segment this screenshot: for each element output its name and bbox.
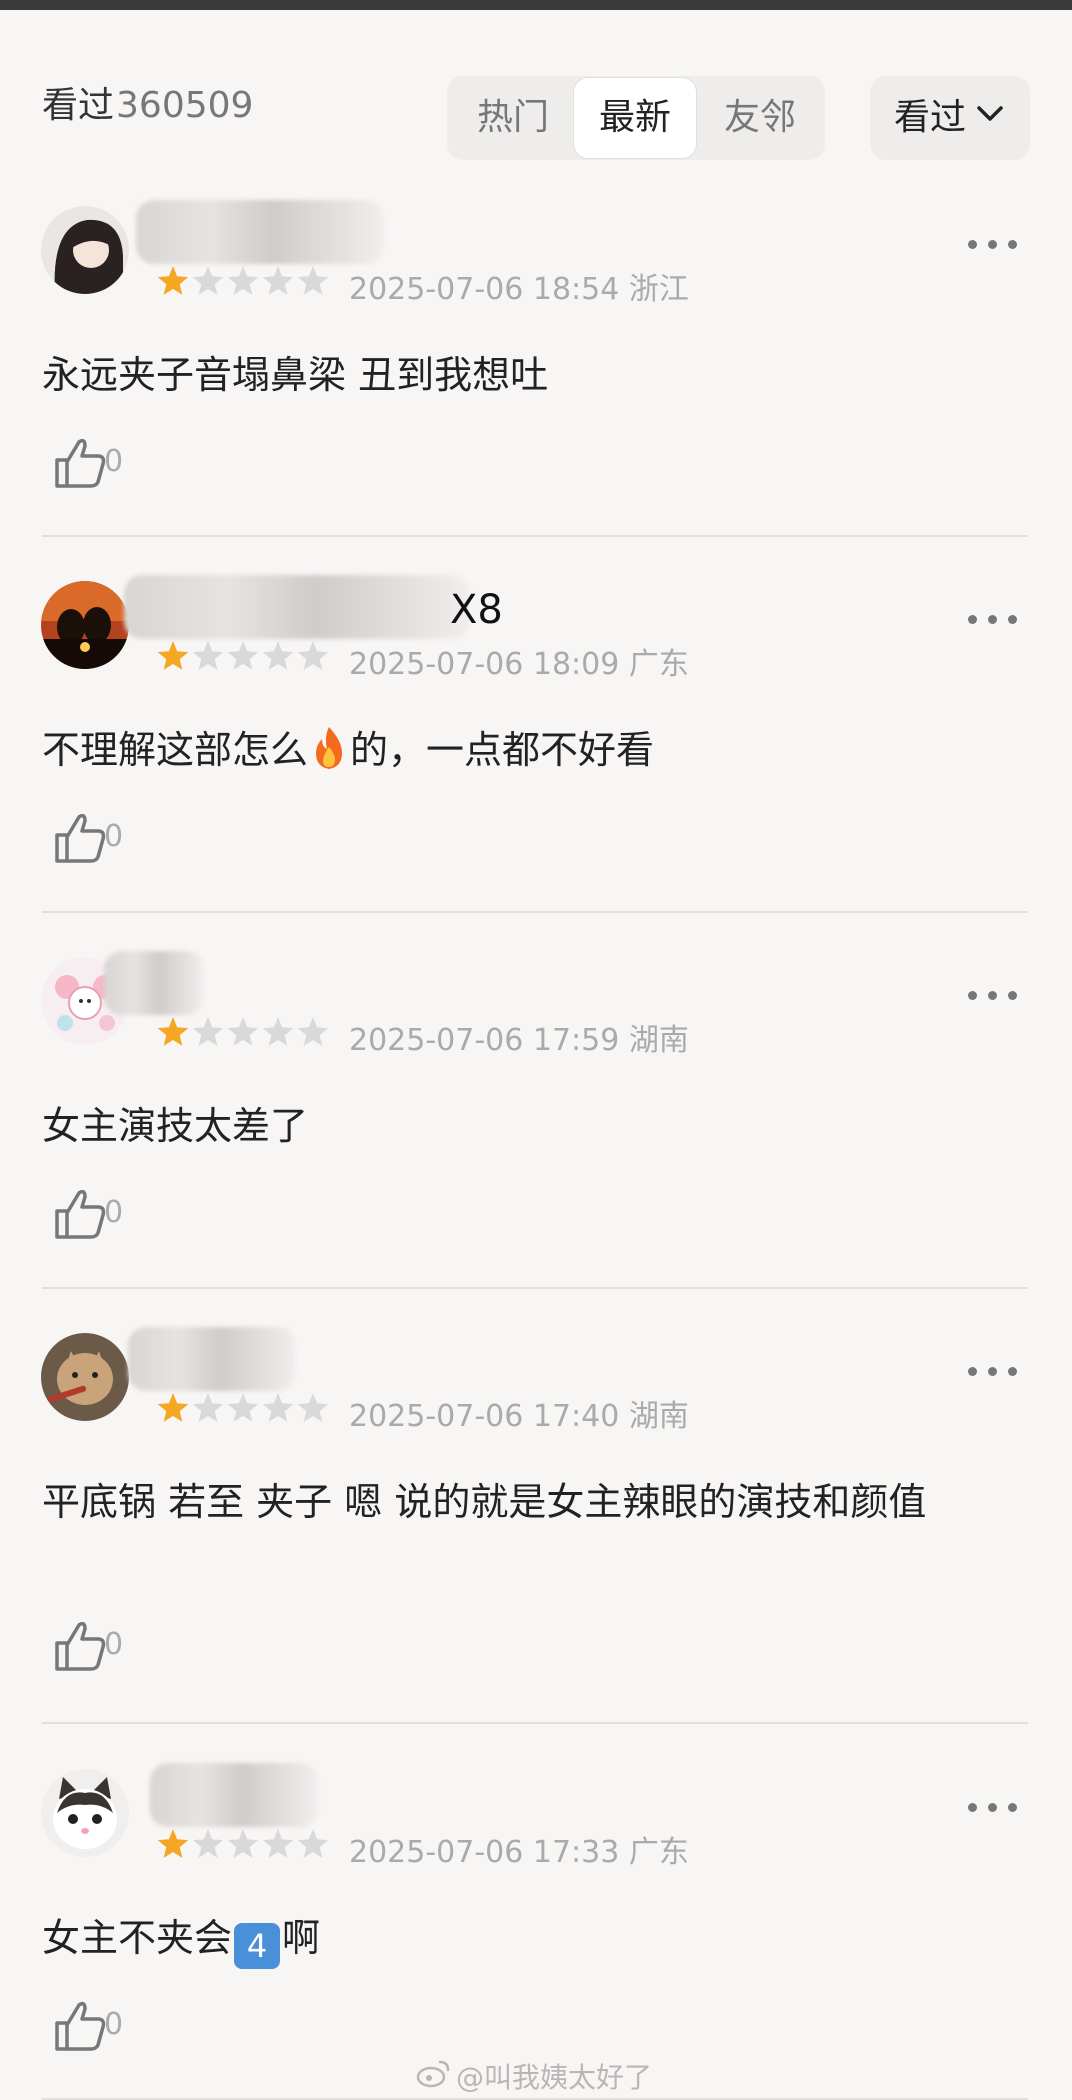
more-options-button[interactable] xyxy=(962,605,1022,635)
star-empty-icon xyxy=(192,266,224,295)
fire-emoji-icon xyxy=(316,727,343,769)
review-meta: 2025-07-06 18:09 广东 xyxy=(349,647,689,682)
star-empty-icon xyxy=(192,1017,224,1046)
name-blur xyxy=(136,200,384,264)
star-empty-icon xyxy=(227,1017,259,1046)
sort-tabs: 热门 最新 友邻 xyxy=(447,76,825,160)
review-content: 女主不夹会 4 啊 xyxy=(42,1911,1022,1969)
like-count: 0 xyxy=(104,444,124,479)
review-meta: 2025-07-06 17:40 湖南 xyxy=(349,1399,689,1434)
rating-stars xyxy=(157,1829,329,1858)
star-empty-icon xyxy=(297,1829,329,1858)
star-empty-icon xyxy=(297,641,329,670)
divider xyxy=(42,911,1028,913)
watched-filter-dropdown[interactable]: 看过 xyxy=(870,76,1030,160)
tab-hot[interactable]: 热门 xyxy=(455,76,571,160)
avatar[interactable] xyxy=(41,1769,129,1857)
name-blur xyxy=(150,1763,318,1827)
star-empty-icon xyxy=(262,1829,294,1858)
weibo-logo-icon xyxy=(416,2060,450,2088)
rating-stars xyxy=(157,1017,329,1046)
comments-header: 看过360509 热门 最新 友邻 看过 xyxy=(0,10,1072,185)
tab-friends[interactable]: 友邻 xyxy=(702,76,818,160)
review-meta: 2025-07-06 18:54 浙江 xyxy=(349,272,689,307)
star-empty-icon xyxy=(262,1393,294,1422)
star-empty-icon xyxy=(227,641,259,670)
rating-stars xyxy=(157,1393,329,1422)
like-count: 0 xyxy=(104,1195,124,1230)
star-filled-icon xyxy=(157,641,189,670)
star-filled-icon xyxy=(157,1829,189,1858)
avatar[interactable] xyxy=(41,206,129,294)
star-empty-icon xyxy=(227,266,259,295)
more-options-button[interactable] xyxy=(962,981,1022,1011)
more-options-button[interactable] xyxy=(962,1357,1022,1387)
divider xyxy=(42,1722,1028,1724)
star-filled-icon xyxy=(157,266,189,295)
star-empty-icon xyxy=(192,641,224,670)
rating-stars xyxy=(157,641,329,670)
review-meta: 2025-07-06 17:33 广东 xyxy=(349,1835,689,1870)
name-blur xyxy=(104,951,204,1015)
rating-stars xyxy=(157,266,329,295)
star-empty-icon xyxy=(297,1017,329,1046)
filter-label: 看过 xyxy=(894,97,967,138)
avatar[interactable] xyxy=(41,581,129,669)
star-filled-icon xyxy=(157,1393,189,1422)
review-content: 不理解这部怎么 的，一点都不好看 xyxy=(42,723,1022,777)
divider xyxy=(42,1287,1028,1289)
review-content: 永远夹子音塌鼻梁 丑到我想吐 xyxy=(42,353,549,397)
star-empty-icon xyxy=(297,266,329,295)
star-filled-icon xyxy=(157,1017,189,1046)
name-blur xyxy=(128,1327,296,1391)
more-options-button[interactable] xyxy=(962,1793,1022,1823)
star-empty-icon xyxy=(192,1829,224,1858)
name-blur xyxy=(124,575,470,639)
status-bar-edge xyxy=(0,0,1072,10)
like-count: 0 xyxy=(104,819,124,854)
review-content: 平底锅 若至 夹子 嗯 说的就是女主辣眼的演技和颜值 xyxy=(42,1480,927,1524)
username[interactable]: X8 xyxy=(450,587,503,633)
seen-count: 看过360509 xyxy=(42,85,254,126)
star-empty-icon xyxy=(297,1393,329,1422)
star-empty-icon xyxy=(262,641,294,670)
avatar[interactable] xyxy=(41,1333,129,1421)
chevron-down-icon xyxy=(977,106,1003,121)
review-meta: 2025-07-06 17:59 湖南 xyxy=(349,1023,689,1058)
like-count: 0 xyxy=(104,2007,124,2042)
star-empty-icon xyxy=(227,1393,259,1422)
star-empty-icon xyxy=(227,1829,259,1858)
star-empty-icon xyxy=(192,1393,224,1422)
more-options-button[interactable] xyxy=(962,230,1022,260)
review-content: 女主演技太差了 xyxy=(42,1104,309,1148)
keycap-4-emoji: 4 xyxy=(234,1923,281,1969)
star-empty-icon xyxy=(262,266,294,295)
star-empty-icon xyxy=(262,1017,294,1046)
tab-latest[interactable]: 最新 xyxy=(574,78,696,158)
watermark: @叫我姨太好了 xyxy=(456,2061,653,2094)
divider xyxy=(42,535,1028,537)
like-count: 0 xyxy=(104,1627,124,1662)
